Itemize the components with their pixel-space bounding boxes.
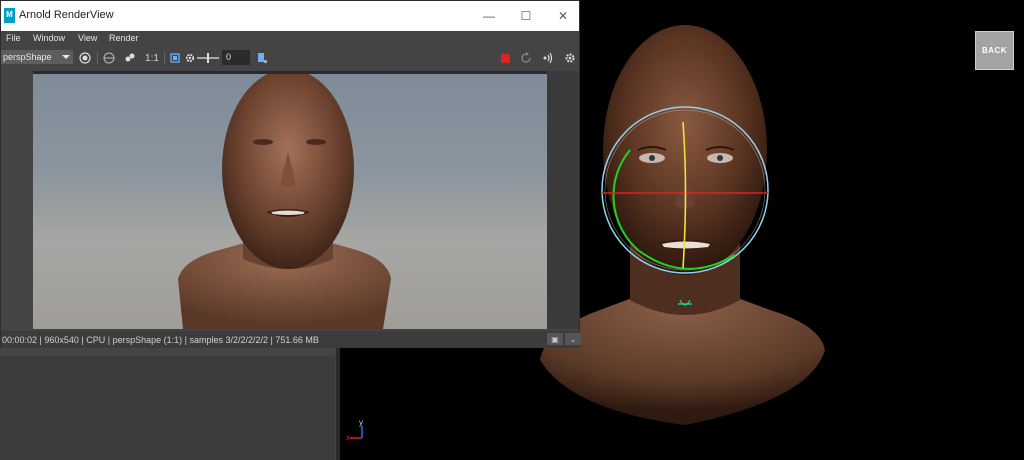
exposure-slider[interactable] xyxy=(197,53,219,63)
axis-x-label: x xyxy=(346,433,350,442)
close-button[interactable]: ✕ xyxy=(544,1,582,31)
ipr-icon[interactable] xyxy=(541,51,555,65)
menu-bar: File Window View Render xyxy=(1,31,579,47)
status-text: 00:00:02 | 960x540 | CPU | perspShape (1… xyxy=(2,335,319,345)
refresh-icon[interactable] xyxy=(519,51,533,65)
render-canvas[interactable] xyxy=(1,71,579,329)
render-region-icon[interactable] xyxy=(78,51,92,65)
maximize-button[interactable]: ☐ xyxy=(507,1,545,31)
maya-left-panel xyxy=(0,348,340,460)
snapshot-icon[interactable] xyxy=(255,51,269,65)
minimize-button[interactable]: — xyxy=(470,1,508,31)
fit-frame-icon[interactable] xyxy=(168,51,182,65)
rendered-image xyxy=(33,74,547,329)
settings-gear-icon[interactable] xyxy=(563,51,577,65)
arnold-renderview-window: M Arnold RenderView — ☐ ✕ File Window Vi… xyxy=(0,0,581,348)
chevron-down-icon xyxy=(62,55,70,59)
menu-view[interactable]: View xyxy=(78,33,97,43)
render-toolbar: perspShape 1:1 0 xyxy=(1,47,579,69)
menu-file[interactable]: File xyxy=(6,33,21,43)
menu-render[interactable]: Render xyxy=(109,33,139,43)
ratio-button[interactable]: 1:1 xyxy=(143,51,161,65)
back-button[interactable]: BACK xyxy=(975,31,1014,70)
stop-render-button[interactable] xyxy=(501,54,510,63)
maya-logo-icon: M xyxy=(4,8,15,23)
axis-y-label: y xyxy=(359,418,363,427)
camera-select[interactable]: perspShape xyxy=(1,50,73,64)
channel-icon[interactable] xyxy=(123,51,137,65)
chevron-down-icon[interactable]: ⌄ xyxy=(565,333,581,345)
axis-indicator: y x xyxy=(344,418,374,446)
exposure-gear-icon[interactable] xyxy=(183,51,197,65)
outliner-panel xyxy=(0,356,335,460)
save-image-icon[interactable]: ▣ xyxy=(547,333,563,345)
exposure-input[interactable]: 0 xyxy=(222,50,250,65)
crop-region-icon[interactable] xyxy=(102,51,116,65)
status-bar: 00:00:02 | 960x540 | CPU | perspShape (1… xyxy=(1,331,581,348)
menu-window[interactable]: Window xyxy=(33,33,65,43)
camera-select-value: perspShape xyxy=(3,52,52,62)
title-bar[interactable]: M Arnold RenderView — ☐ ✕ xyxy=(1,1,579,31)
window-title: Arnold RenderView xyxy=(19,9,114,21)
